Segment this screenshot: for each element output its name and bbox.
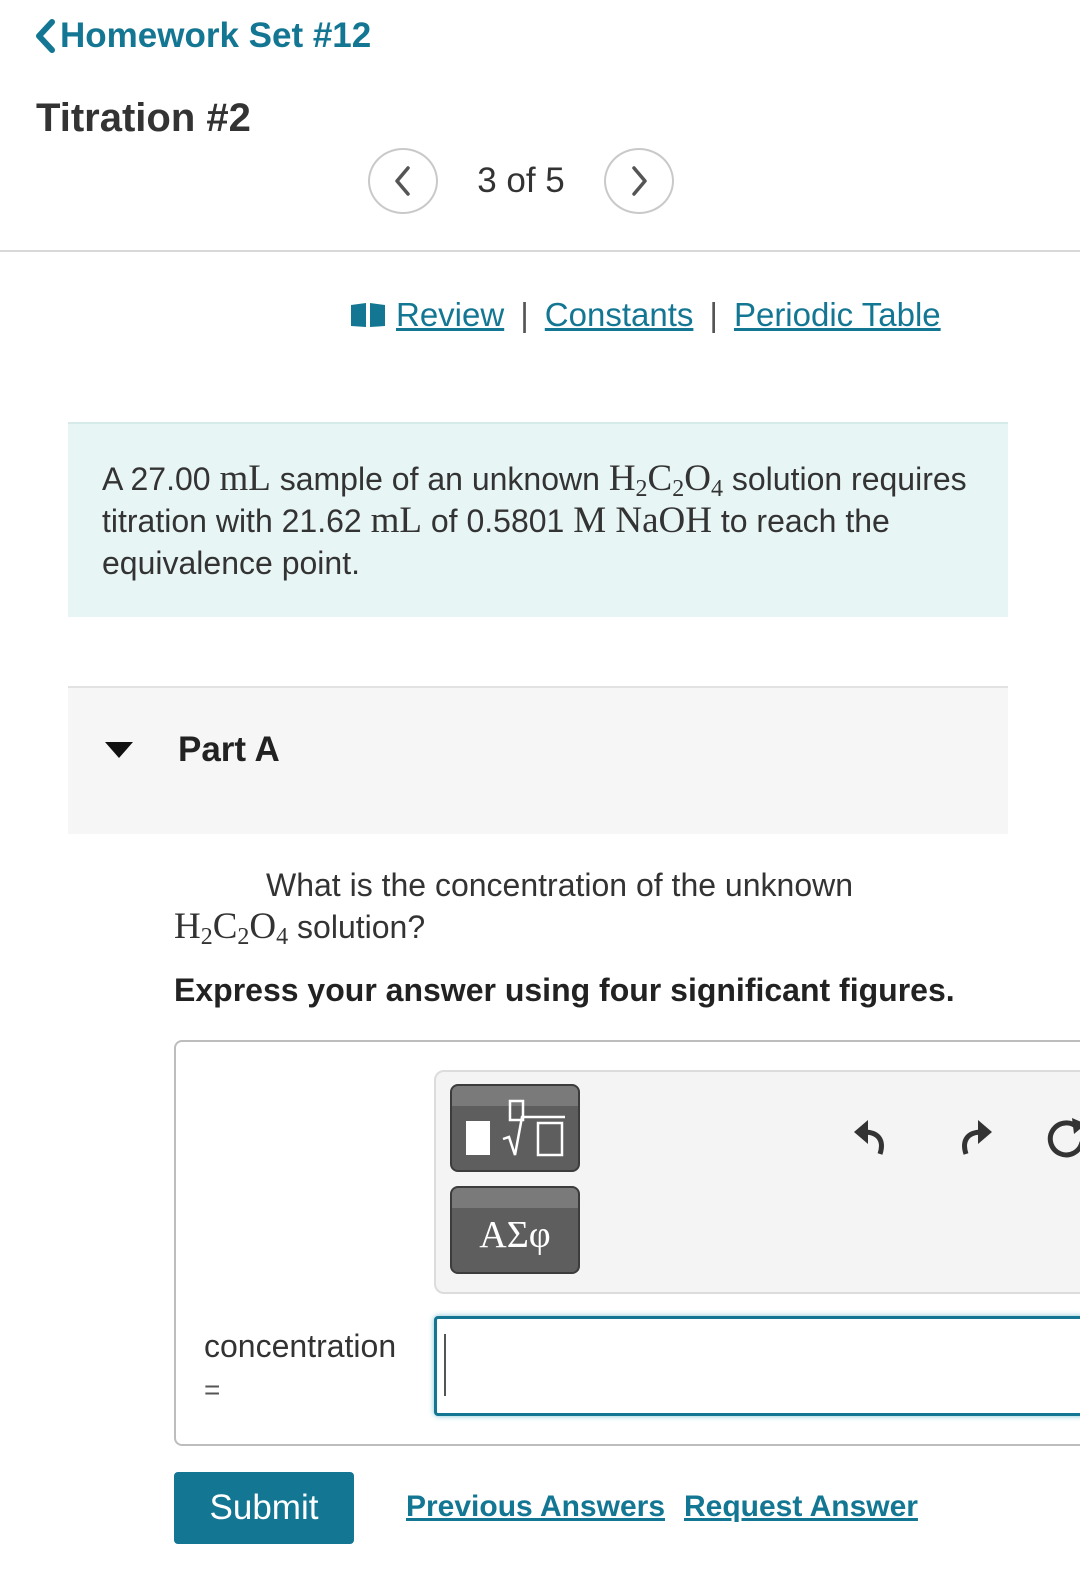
part-title: Part A bbox=[178, 730, 280, 769]
equals-label: = bbox=[204, 1374, 221, 1405]
pager: 3 of 5 bbox=[368, 148, 674, 214]
problem-text: sample of an unknown bbox=[270, 461, 609, 497]
question-line: H2C2O4 solution? bbox=[174, 906, 426, 950]
chevron-right-icon bbox=[632, 166, 647, 196]
chevron-left-icon bbox=[395, 166, 410, 196]
chevron-left-icon bbox=[36, 19, 55, 53]
problem-text: of 0.5801 bbox=[421, 503, 574, 539]
greek-symbols-button[interactable]: ΑΣφ bbox=[450, 1186, 580, 1274]
link-separator: | bbox=[520, 296, 529, 333]
molarity-unit: M NaOH bbox=[573, 500, 712, 541]
constants-link[interactable]: Constants bbox=[545, 296, 694, 334]
periodic-table-link[interactable]: Periodic Table bbox=[734, 296, 941, 334]
text-caret bbox=[444, 1334, 446, 1396]
resource-links: Review | Constants | Periodic Table bbox=[350, 296, 941, 334]
pager-position: 3 of 5 bbox=[477, 161, 565, 200]
reset-icon[interactable] bbox=[1042, 1114, 1080, 1162]
concentration-answer-input[interactable] bbox=[434, 1316, 1080, 1416]
problem-text: A 27.00 bbox=[102, 461, 220, 497]
previous-answers-link[interactable]: Previous Answers bbox=[406, 1490, 665, 1524]
answer-instruction: Express your answer using four significa… bbox=[174, 972, 955, 1008]
page-title: Titration #2 bbox=[36, 96, 251, 140]
header-divider bbox=[0, 250, 1080, 252]
next-item-button[interactable] bbox=[604, 148, 674, 214]
math-toolbar: ΑΣφ bbox=[434, 1070, 1080, 1294]
redo-icon[interactable] bbox=[948, 1114, 996, 1162]
question-line: What is the concentration of the unknown bbox=[266, 867, 854, 903]
submit-button[interactable]: Submit bbox=[174, 1472, 354, 1544]
question-text: What is the concentration of the unknown… bbox=[174, 864, 934, 950]
answer-area: ΑΣφ concentration = bbox=[174, 1040, 1080, 1446]
problem-statement: A 27.00 mL sample of an unknown H2C2O4 s… bbox=[68, 422, 1008, 617]
part-a-header[interactable]: Part A bbox=[68, 686, 1008, 834]
back-link-label: Homework Set #12 bbox=[60, 16, 372, 55]
concentration-label: concentration bbox=[204, 1328, 397, 1364]
previous-item-button[interactable] bbox=[368, 148, 438, 214]
link-separator: | bbox=[709, 296, 718, 333]
fraction-root-template-icon bbox=[466, 1099, 565, 1157]
undo-icon[interactable] bbox=[850, 1114, 898, 1162]
back-to-homework-link[interactable]: Homework Set #12 bbox=[34, 16, 371, 56]
unit-ml: mL bbox=[219, 458, 271, 499]
review-link[interactable]: Review bbox=[396, 296, 504, 334]
book-icon bbox=[350, 302, 386, 328]
unit-ml: mL bbox=[370, 500, 422, 541]
caret-down-icon[interactable] bbox=[104, 740, 134, 760]
greek-button-label: ΑΣφ bbox=[479, 1214, 551, 1256]
chemical-formula: H2C2O4 bbox=[174, 906, 289, 950]
templates-button[interactable] bbox=[450, 1084, 580, 1172]
chemical-formula: H2C2O4 bbox=[608, 458, 723, 502]
request-answer-link[interactable]: Request Answer bbox=[684, 1490, 918, 1524]
